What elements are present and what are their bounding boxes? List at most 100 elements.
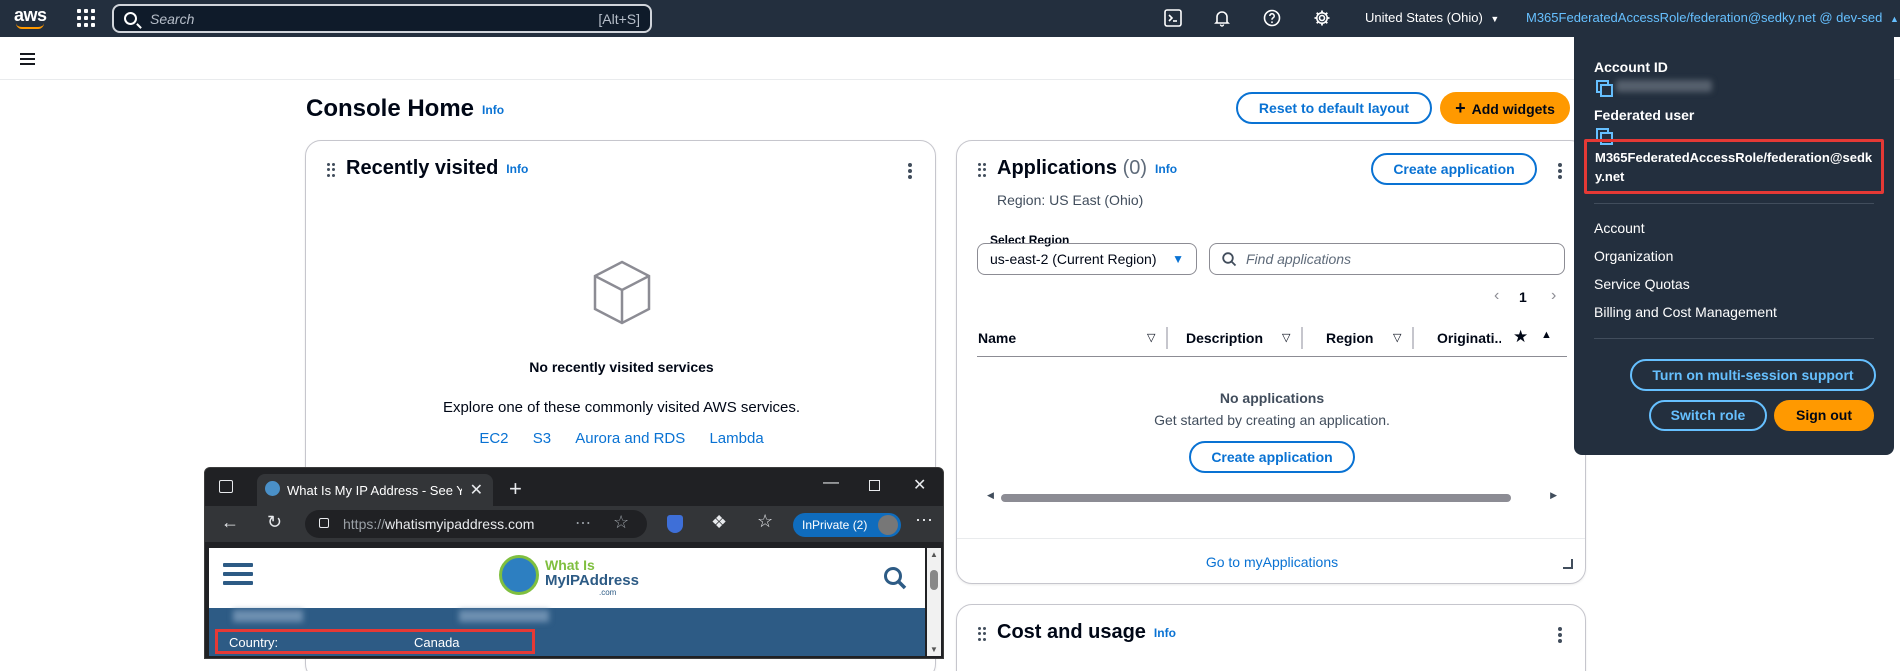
- browser-window: What Is My IP Address - See Your ✕ + — ✕…: [204, 467, 944, 659]
- drag-handle-icon[interactable]: [327, 163, 335, 177]
- switch-role-button[interactable]: Switch role: [1649, 400, 1767, 431]
- star-icon: ★: [1513, 327, 1529, 346]
- copy-icon[interactable]: [1596, 80, 1613, 97]
- more-options-icon[interactable]: [1558, 163, 1562, 179]
- globe-icon: [265, 481, 280, 496]
- find-applications-input[interactable]: Find applications: [1209, 243, 1565, 275]
- search-icon: [124, 12, 137, 25]
- column-region[interactable]: Region: [1326, 330, 1373, 346]
- more-options-icon[interactable]: [1558, 627, 1562, 643]
- cube-icon: [593, 260, 651, 325]
- create-application-empty-button[interactable]: Create application: [1189, 441, 1355, 473]
- browser-toolbar: ← ↻ https://whatismyipaddress.com ⋯ ☆ ❖ …: [205, 506, 943, 542]
- table-header: Name ▽ Description ▽ Region ▽ Originati.…: [977, 319, 1567, 357]
- new-tab-icon[interactable]: +: [509, 476, 522, 502]
- reset-layout-button[interactable]: Reset to default layout: [1236, 92, 1432, 124]
- service-link-aurora-rds[interactable]: Aurora and RDS: [575, 430, 685, 447]
- service-link-s3[interactable]: S3: [533, 430, 551, 447]
- page-info-link[interactable]: Info: [482, 103, 504, 117]
- drag-handle-icon[interactable]: [978, 627, 986, 641]
- region-label: United States (Ohio): [1365, 10, 1483, 25]
- cost-usage-widget: Cost and usage Info: [956, 604, 1586, 671]
- browser-menu-icon[interactable]: ⋯: [915, 510, 933, 531]
- empty-state-text: Explore one of these commonly visited AW…: [442, 399, 801, 416]
- page-vertical-scrollbar[interactable]: ▲ ▼: [927, 548, 941, 656]
- favorites-icon[interactable]: ☆: [757, 511, 773, 532]
- menu-item-account[interactable]: Account: [1594, 220, 1645, 236]
- account-id-label: Account ID: [1594, 59, 1668, 75]
- region-select[interactable]: us-east-2 (Current Region) ▼: [977, 243, 1197, 275]
- country-row: Country: Canada: [215, 629, 535, 654]
- widget-title: Cost and usage Info: [997, 621, 1176, 644]
- prev-page-icon[interactable]: ‹: [1494, 287, 1499, 305]
- applications-info-link[interactable]: Info: [1155, 162, 1177, 176]
- search-input[interactable]: Search [Alt+S]: [112, 4, 652, 33]
- sort-icon[interactable]: ▽: [1282, 331, 1290, 344]
- account-menu-trigger[interactable]: M365FederatedAccessRole/federation@sedky…: [1526, 10, 1899, 25]
- help-icon[interactable]: [1263, 9, 1281, 27]
- add-widgets-button[interactable]: + Add widgets: [1440, 92, 1570, 124]
- aws-logo[interactable]: aws: [14, 5, 48, 31]
- column-origination[interactable]: Originati...: [1437, 330, 1506, 346]
- profile-avatar: [878, 515, 898, 535]
- favorite-column[interactable]: ★ ▲: [1501, 319, 1567, 356]
- menu-item-service-quotas[interactable]: Service Quotas: [1594, 276, 1690, 292]
- empty-state-title: No recently visited services: [529, 359, 714, 375]
- recently-visited-info-link[interactable]: Info: [506, 162, 528, 176]
- close-window-icon[interactable]: ✕: [913, 475, 926, 495]
- cloudshell-icon[interactable]: [1164, 9, 1182, 27]
- column-description[interactable]: Description: [1186, 330, 1263, 346]
- search-icon: [1222, 252, 1237, 267]
- settings-gear-icon[interactable]: [1313, 9, 1331, 27]
- browser-tab-strip: What Is My IP Address - See Your ✕ + — ✕: [205, 468, 943, 506]
- scrollbar-thumb[interactable]: [1001, 494, 1511, 502]
- password-manager-icon[interactable]: [667, 515, 683, 533]
- redacted-value: [459, 610, 549, 622]
- more-address-icon[interactable]: ⋯: [575, 513, 591, 533]
- site-logo[interactable]: What Is MyIPAddress .com: [499, 553, 639, 601]
- account-label: M365FederatedAccessRole/federation@sedky…: [1526, 10, 1883, 25]
- menu-hamburger-icon[interactable]: [20, 53, 35, 65]
- tab-actions-icon[interactable]: [219, 480, 233, 493]
- more-options-icon[interactable]: [908, 163, 912, 179]
- menu-item-organization[interactable]: Organization: [1594, 248, 1673, 264]
- services-grid-icon[interactable]: [77, 9, 95, 27]
- sign-out-button[interactable]: Sign out: [1774, 400, 1874, 431]
- resize-handle-icon[interactable]: [1563, 559, 1573, 569]
- close-tab-icon[interactable]: ✕: [470, 480, 483, 500]
- scrollbar-thumb[interactable]: [930, 570, 938, 590]
- site-search-icon[interactable]: [883, 566, 907, 590]
- back-icon[interactable]: ←: [221, 512, 239, 533]
- multi-session-button[interactable]: Turn on multi-session support: [1630, 359, 1876, 391]
- site-menu-icon[interactable]: [223, 563, 253, 585]
- go-to-myapplications-link[interactable]: Go to myApplications: [957, 554, 1585, 570]
- service-link-ec2[interactable]: EC2: [479, 430, 508, 447]
- cost-usage-info-link[interactable]: Info: [1154, 626, 1176, 640]
- minimize-icon[interactable]: —: [823, 474, 839, 492]
- refresh-icon[interactable]: ↻: [267, 512, 282, 533]
- address-bar[interactable]: https://whatismyipaddress.com ⋯ ☆: [305, 510, 647, 538]
- service-link-lambda[interactable]: Lambda: [709, 430, 763, 447]
- sort-icon[interactable]: ▽: [1393, 331, 1401, 344]
- maximize-icon[interactable]: [869, 480, 880, 491]
- region-selector[interactable]: United States (Ohio) ▼: [1365, 10, 1499, 25]
- inprivate-badge[interactable]: InPrivate (2): [793, 513, 901, 537]
- drag-handle-icon[interactable]: [978, 163, 986, 177]
- column-name[interactable]: Name: [978, 330, 1016, 346]
- create-application-button[interactable]: Create application: [1371, 153, 1537, 185]
- page-number[interactable]: 1: [1519, 289, 1527, 305]
- widget-title: Applications (0) Info: [997, 157, 1177, 180]
- favorite-star-icon[interactable]: ☆: [613, 512, 629, 533]
- find-applications-placeholder: Find applications: [1246, 251, 1352, 267]
- notifications-bell-icon[interactable]: [1213, 9, 1231, 27]
- horizontal-scrollbar[interactable]: ◀ ▶: [987, 490, 1557, 503]
- sort-icon[interactable]: ▽: [1147, 331, 1155, 344]
- applications-count: (0): [1122, 157, 1148, 179]
- next-page-icon[interactable]: ›: [1551, 287, 1556, 305]
- extensions-icon[interactable]: ❖: [711, 512, 727, 533]
- cost-usage-title: Cost and usage: [997, 621, 1146, 643]
- menu-item-billing[interactable]: Billing and Cost Management: [1594, 304, 1777, 320]
- search-shortcut: [Alt+S]: [598, 11, 640, 27]
- lock-icon[interactable]: [319, 518, 329, 528]
- browser-tab[interactable]: What Is My IP Address - See Your ✕: [257, 474, 493, 506]
